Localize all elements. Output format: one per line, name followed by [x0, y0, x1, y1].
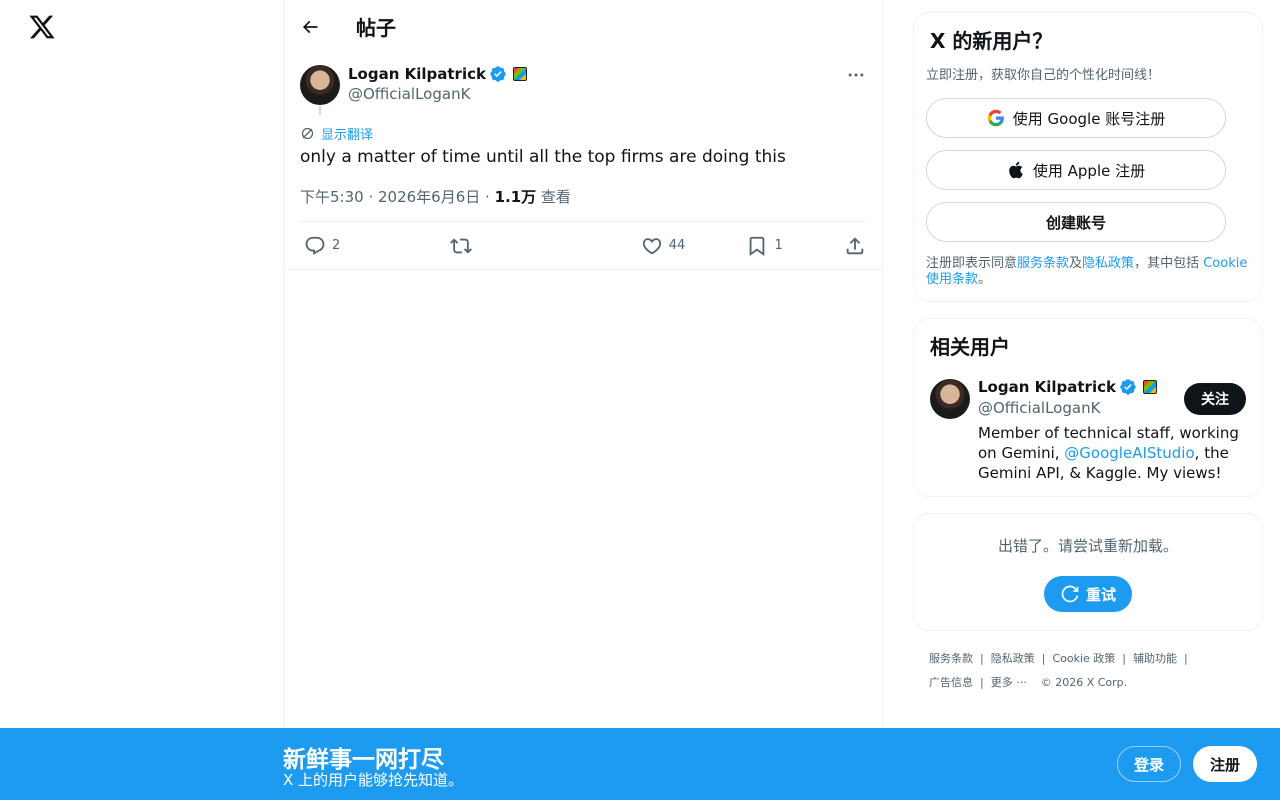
- share-button[interactable]: [840, 235, 866, 257]
- tweet-actions: 2 44 1: [300, 221, 866, 269]
- retweet-button[interactable]: [446, 235, 478, 257]
- bookmark-icon: [750, 236, 765, 256]
- footer-separator: |: [980, 676, 984, 689]
- affiliate-badge-icon: [1142, 380, 1157, 394]
- retweet-icon: [449, 238, 472, 253]
- share-icon: [846, 236, 864, 254]
- footer-cookie-link[interactable]: Cookie 政策: [1052, 652, 1115, 665]
- legal-prefix: 注册即表示同意: [926, 256, 1018, 271]
- related-user-avatar[interactable]: [930, 379, 970, 419]
- author-name[interactable]: Logan Kilpatrick: [348, 65, 527, 83]
- heart-icon: [642, 237, 661, 254]
- footer-separator: |: [1122, 652, 1126, 665]
- affiliate-badge-icon: [512, 67, 527, 81]
- apple-signup-label: 使用 Apple 注册: [1032, 161, 1146, 180]
- retry-button[interactable]: 重试: [1044, 576, 1132, 612]
- tweet-timestamp[interactable]: 下午5:30 · 2026年6月6日 ·: [300, 188, 495, 206]
- show-translation-link[interactable]: 显示翻译: [300, 124, 373, 143]
- translate-icon: [301, 127, 314, 140]
- author-handle[interactable]: @OfficialLoganK: [348, 85, 470, 103]
- reply-button[interactable]: 2: [300, 235, 340, 257]
- footer-copyright: © 2026 X Corp.: [1040, 676, 1128, 689]
- signup-button[interactable]: 注册: [1193, 746, 1257, 782]
- legal-including: ，其中包括: [1134, 256, 1204, 271]
- back-arrow-icon[interactable]: [300, 17, 320, 37]
- right-sidebar: X 的新用户？ 立即注册，获取你自己的个性化时间线！ 使用 Google 账号注…: [913, 12, 1263, 695]
- google-icon: [987, 109, 1004, 127]
- signup-card: X 的新用户？ 立即注册，获取你自己的个性化时间线！ 使用 Google 账号注…: [913, 12, 1263, 302]
- related-user-bio: Member of technical staff, working on Ge…: [978, 423, 1258, 483]
- main-header: 帖子: [284, 0, 882, 53]
- reply-icon: [305, 236, 325, 255]
- apple-icon: [1009, 161, 1023, 179]
- create-account-button[interactable]: 创建账号: [926, 202, 1226, 242]
- related-users-title: 相关用户: [930, 335, 1010, 359]
- verified-badge-icon: [490, 66, 506, 82]
- terms-link[interactable]: 服务条款: [1017, 256, 1069, 271]
- signup-card-subtitle: 立即注册，获取你自己的个性化时间线！: [926, 68, 1161, 83]
- footer-ads-link[interactable]: 广告信息: [929, 676, 973, 689]
- related-users-card: 相关用户 Logan Kilpatrick @OfficialLoganK 关注…: [913, 318, 1263, 497]
- author-name-text: Logan Kilpatrick: [348, 65, 486, 83]
- footer-privacy-link[interactable]: 隐私政策: [991, 652, 1035, 665]
- tweet-text: only a matter of time until all the top …: [300, 147, 786, 167]
- tweet-meta: 下午5:30 · 2026年6月6日 · 1.1万 查看: [300, 186, 571, 207]
- retry-label: 重试: [1085, 585, 1116, 604]
- avatar[interactable]: [300, 65, 340, 105]
- related-user-name[interactable]: Logan Kilpatrick: [978, 378, 1157, 396]
- x-logo-icon[interactable]: [28, 13, 56, 41]
- footer-separator: |: [1041, 652, 1046, 665]
- footer-links: 服务条款 | 隐私政策 | Cookie 政策 | 辅助功能 | 广告信息 | 更多 ··· © 2…: [913, 647, 1213, 695]
- footer-separator: |: [980, 652, 984, 665]
- signup-legal-text: 注册即表示同意服务条款及隐私政策，其中包括 Cookie 使用条款。: [926, 256, 1250, 288]
- error-card: 出错了。请尝试重新加载。 重试: [913, 513, 1263, 631]
- google-signup-label: 使用 Google 账号注册: [1012, 109, 1166, 128]
- views-label: 查看: [536, 188, 571, 206]
- like-button[interactable]: 44: [637, 235, 686, 257]
- follow-button[interactable]: 关注: [1184, 383, 1246, 415]
- related-user-name-text: Logan Kilpatrick: [978, 378, 1116, 396]
- tweet-author-row: Logan Kilpatrick @OfficialLoganK: [300, 65, 866, 105]
- page-title: 帖子: [356, 16, 396, 40]
- reply-count: 2: [332, 238, 341, 253]
- like-count: 44: [668, 238, 686, 253]
- privacy-link[interactable]: 隐私政策: [1082, 256, 1134, 271]
- bio-mention-link[interactable]: @GoogleAIStudio: [1064, 444, 1194, 462]
- signup-card-title: X 的新用户？: [930, 29, 1053, 53]
- error-message: 出错了。请尝试重新加载。: [997, 537, 1178, 555]
- refresh-icon: [1061, 585, 1079, 603]
- main-column: 帖子 Logan Kilpatrick @OfficialLoganK 显示翻译…: [284, 0, 883, 800]
- footer-separator: |: [1184, 652, 1188, 665]
- login-button[interactable]: 登录: [1117, 746, 1181, 782]
- bookmark-button[interactable]: 1: [742, 235, 783, 257]
- signup-banner: 新鲜事一网打尽 X 上的用户能够抢先知道。 登录 注册: [0, 728, 1280, 800]
- related-user-handle[interactable]: @OfficialLoganK: [978, 399, 1100, 417]
- more-options-icon[interactable]: [846, 65, 866, 85]
- footer-more-link[interactable]: 更多 ···: [991, 676, 1027, 689]
- footer-terms-link[interactable]: 服务条款: [929, 652, 973, 665]
- thread-line: [319, 106, 321, 115]
- bookmark-count: 1: [774, 238, 783, 253]
- google-signup-button[interactable]: 使用 Google 账号注册: [926, 98, 1226, 138]
- legal-period: 。: [978, 272, 992, 287]
- legal-and: 及: [1069, 256, 1083, 271]
- left-rail: [0, 0, 284, 800]
- views-count: 1.1万: [494, 188, 537, 206]
- footer-accessibility-link[interactable]: 辅助功能: [1133, 652, 1177, 665]
- apple-signup-button[interactable]: 使用 Apple 注册: [926, 150, 1226, 190]
- banner-subtitle: X 上的用户能够抢先知道。: [283, 771, 464, 789]
- translate-label: 显示翻译: [321, 128, 374, 143]
- verified-badge-icon: [1120, 379, 1136, 395]
